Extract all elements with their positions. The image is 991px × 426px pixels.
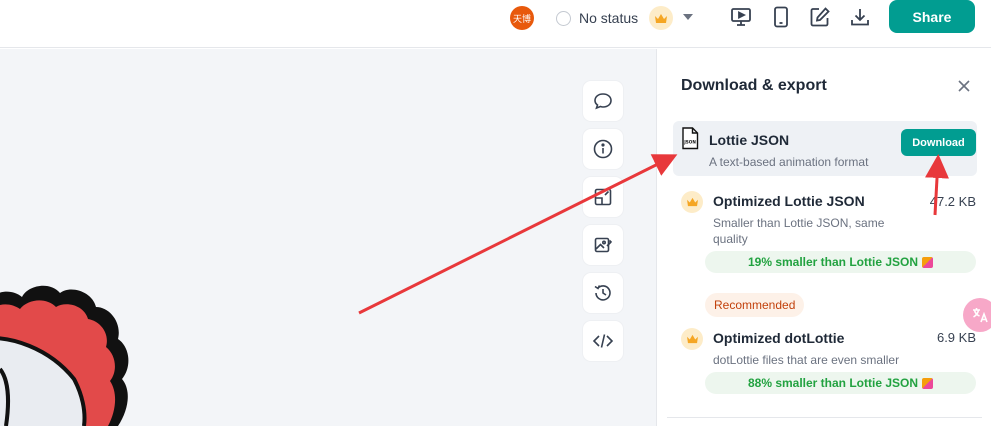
edit-layers-icon[interactable] bbox=[583, 177, 623, 217]
crown-icon[interactable] bbox=[649, 6, 673, 30]
close-icon[interactable] bbox=[954, 76, 974, 96]
option-description: A text-based animation format bbox=[709, 155, 869, 169]
status-label: No status bbox=[579, 10, 639, 26]
edit-icon[interactable] bbox=[807, 4, 833, 30]
option-name: Optimized Lottie JSON bbox=[713, 193, 865, 209]
svg-text:JSON: JSON bbox=[683, 140, 696, 145]
export-option-lottie-json[interactable]: JSON Lottie JSON A text-based animation … bbox=[673, 121, 977, 176]
download-icon[interactable] bbox=[847, 4, 873, 30]
status-radio[interactable] bbox=[556, 10, 571, 26]
translate-icon[interactable] bbox=[963, 298, 991, 332]
gift-icon bbox=[922, 256, 934, 268]
recommended-badge: Recommended bbox=[705, 293, 805, 317]
export-panel: Download & export JSON Lottie JSON A tex… bbox=[656, 49, 991, 426]
chevron-down-icon[interactable] bbox=[680, 7, 696, 27]
savings-text: 88% smaller than Lottie JSON bbox=[747, 376, 919, 390]
mobile-preview-icon[interactable] bbox=[768, 4, 794, 30]
option-description: Smaller than Lottie JSON, same quality bbox=[713, 216, 885, 246]
option-name: Optimized dotLottie bbox=[713, 330, 845, 346]
history-icon[interactable] bbox=[583, 273, 623, 313]
avatar[interactable]: 天博 bbox=[510, 6, 534, 30]
crown-icon bbox=[681, 328, 703, 350]
savings-badge: 88% smaller than Lottie JSON bbox=[705, 372, 976, 394]
animation-artwork bbox=[0, 285, 129, 426]
share-button[interactable]: Share bbox=[889, 0, 975, 33]
panel-title: Download & export bbox=[681, 77, 827, 94]
info-icon[interactable] bbox=[583, 129, 623, 169]
file-size: 6.9 KB bbox=[936, 330, 976, 345]
download-button[interactable]: Download bbox=[901, 129, 976, 156]
option-description: dotLottie files that are even smaller bbox=[713, 353, 900, 367]
panel-divider bbox=[667, 417, 982, 418]
comment-icon[interactable] bbox=[583, 81, 623, 121]
present-icon[interactable] bbox=[728, 4, 754, 30]
status-selector[interactable]: No status bbox=[556, 7, 638, 29]
crown-icon bbox=[681, 191, 703, 213]
image-edit-icon[interactable] bbox=[583, 225, 623, 265]
option-name: Lottie JSON bbox=[709, 132, 790, 148]
top-bar: 天博 No status Share bbox=[0, 0, 991, 48]
savings-text: 19% smaller than Lottie JSON bbox=[747, 255, 919, 269]
savings-badge: 19% smaller than Lottie JSON bbox=[705, 251, 976, 273]
animation-canvas[interactable] bbox=[0, 49, 656, 426]
gift-icon bbox=[922, 377, 934, 389]
code-icon[interactable] bbox=[583, 321, 623, 361]
file-size: 47.2 KB bbox=[929, 194, 976, 209]
json-file-icon: JSON bbox=[681, 127, 699, 155]
